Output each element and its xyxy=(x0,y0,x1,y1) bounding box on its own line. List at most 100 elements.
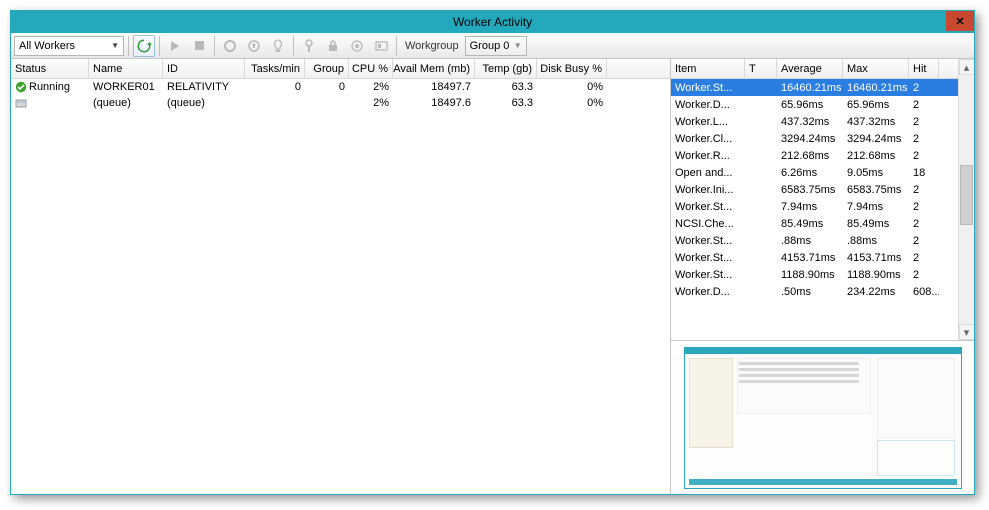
play-icon xyxy=(170,41,180,51)
running-icon xyxy=(15,81,27,93)
cell-status xyxy=(11,97,89,109)
table-row[interactable]: Worker.St...7.94ms7.94ms2 xyxy=(671,198,958,215)
cell-hit: 2 xyxy=(909,218,939,230)
play-button[interactable] xyxy=(164,35,186,57)
cell-hit: 2 xyxy=(909,201,939,213)
upload-button[interactable] xyxy=(243,35,265,57)
cell-item: Worker.St... xyxy=(671,235,745,247)
metrics-grid-header: Item T Average Max Hit xyxy=(671,59,958,79)
cell-hit: 608... xyxy=(909,286,939,298)
tool-button[interactable] xyxy=(370,35,392,57)
workgroup-dropdown[interactable]: Group 0 ▼ xyxy=(465,36,527,56)
cell-disk: 0% xyxy=(537,81,607,93)
cell-max: 437.32ms xyxy=(843,116,909,128)
col-tasks[interactable]: Tasks/min xyxy=(245,59,305,78)
scroll-up-icon[interactable]: ▴ xyxy=(959,59,975,75)
table-row[interactable]: Worker.St....88ms.88ms2 xyxy=(671,232,958,249)
cell-item: Open and... xyxy=(671,167,745,179)
table-row[interactable]: Worker.R...212.68ms212.68ms2 xyxy=(671,147,958,164)
col-hit[interactable]: Hit xyxy=(909,59,939,78)
close-button[interactable]: ✕ xyxy=(946,11,974,31)
table-row[interactable]: Worker.D...65.96ms65.96ms2 xyxy=(671,96,958,113)
bulb-icon xyxy=(272,39,284,53)
lock-icon xyxy=(327,39,339,52)
table-row[interactable]: Open and...6.26ms9.05ms18 xyxy=(671,164,958,181)
stop-button[interactable] xyxy=(188,35,210,57)
col-item[interactable]: Item xyxy=(671,59,745,78)
cell-average: 1188.90ms xyxy=(777,269,843,281)
chevron-down-icon: ▼ xyxy=(111,41,119,50)
cell-item: Worker.L... xyxy=(671,116,745,128)
cell-average: 4153.71ms xyxy=(777,252,843,264)
col-disk[interactable]: Disk Busy % xyxy=(537,59,607,78)
separator xyxy=(128,36,129,56)
cell-max: 6583.75ms xyxy=(843,184,909,196)
cell-hit: 2 xyxy=(909,150,939,162)
col-name[interactable]: Name xyxy=(89,59,163,78)
cell-item: Worker.Ini... xyxy=(671,184,745,196)
col-group[interactable]: Group xyxy=(305,59,349,78)
cell-id: RELATIVITY xyxy=(163,81,245,93)
scroll-down-icon[interactable]: ▾ xyxy=(959,324,975,340)
metrics-scrollbar[interactable]: ▴ ▾ xyxy=(958,59,974,340)
cell-cpu: 2% xyxy=(349,97,393,109)
key-icon xyxy=(303,39,315,53)
cell-hit: 2 xyxy=(909,82,939,94)
cell-max: 3294.24ms xyxy=(843,133,909,145)
cell-average: 3294.24ms xyxy=(777,133,843,145)
table-row[interactable]: Worker.St...16460.21ms16460.21ms2 xyxy=(671,79,958,96)
col-t[interactable]: T xyxy=(745,59,777,78)
cell-temp: 63.3 xyxy=(475,81,537,93)
cell-max: 16460.21ms xyxy=(843,82,909,94)
scroll-thumb[interactable] xyxy=(960,165,973,225)
cell-max: 234.22ms xyxy=(843,286,909,298)
table-row[interactable]: RunningWORKER01RELATIVITY002%18497.763.3… xyxy=(11,79,670,95)
table-row[interactable]: Worker.St...4153.71ms4153.71ms2 xyxy=(671,249,958,266)
cell-average: 65.96ms xyxy=(777,99,843,111)
col-cpu[interactable]: CPU % xyxy=(349,59,393,78)
cell-average: .88ms xyxy=(777,235,843,247)
worker-filter-dropdown[interactable]: All Workers ▼ xyxy=(14,36,124,56)
metrics-pane: Item T Average Max Hit Worker.St... 16460… xyxy=(671,59,974,494)
cell-average: 7.94ms xyxy=(777,201,843,213)
cell-hit: 18 xyxy=(909,167,939,179)
toolbar: All Workers ▼ xyxy=(11,33,974,59)
cell-hit: 2 xyxy=(909,116,939,128)
separator xyxy=(159,36,160,56)
record-button[interactable] xyxy=(219,35,241,57)
upload-icon xyxy=(248,40,260,52)
table-row[interactable]: Worker.St...1188.90ms1188.90ms2 xyxy=(671,266,958,283)
workers-grid-body: RunningWORKER01RELATIVITY002%18497.763.3… xyxy=(11,79,670,494)
cell-average: 212.68ms xyxy=(777,150,843,162)
lock-button[interactable] xyxy=(322,35,344,57)
cell-name: (queue) xyxy=(89,97,163,109)
col-id[interactable]: ID xyxy=(163,59,245,78)
refresh-button[interactable] xyxy=(133,35,155,57)
col-average[interactable]: Average xyxy=(777,59,843,78)
cell-hit: 2 xyxy=(909,269,939,281)
table-row[interactable]: (queue)(queue)2%18497.663.30% xyxy=(11,95,670,111)
window-title: Worker Activity xyxy=(453,15,532,29)
table-row[interactable]: Worker.D....50ms234.22ms608... xyxy=(671,283,958,300)
cell-average: .50ms xyxy=(777,286,843,298)
bulb-button[interactable] xyxy=(267,35,289,57)
cell-item: NCSI.Che... xyxy=(671,218,745,230)
key-button[interactable] xyxy=(298,35,320,57)
cell-item: Worker.St... xyxy=(671,82,745,94)
table-row[interactable]: Worker.L...437.32ms437.32ms2 xyxy=(671,113,958,130)
cell-group: 0 xyxy=(305,81,349,93)
col-max[interactable]: Max xyxy=(843,59,909,78)
cell-id: (queue) xyxy=(163,97,245,109)
separator xyxy=(396,36,397,56)
col-mem[interactable]: Avail Mem (mb) xyxy=(393,59,475,78)
cell-hit: 2 xyxy=(909,133,939,145)
table-row[interactable]: NCSI.Che...85.49ms85.49ms2 xyxy=(671,215,958,232)
preview-thumbnail[interactable] xyxy=(684,347,962,489)
table-row[interactable]: Worker.Ini...6583.75ms6583.75ms2 xyxy=(671,181,958,198)
col-temp[interactable]: Temp (gb) xyxy=(475,59,537,78)
cell-item: Worker.St... xyxy=(671,252,745,264)
target-button[interactable] xyxy=(346,35,368,57)
workers-grid-header: Status Name ID Tasks/min Group CPU % Ava… xyxy=(11,59,670,79)
table-row[interactable]: Worker.Cl...3294.24ms3294.24ms2 xyxy=(671,130,958,147)
col-status[interactable]: Status xyxy=(11,59,89,78)
